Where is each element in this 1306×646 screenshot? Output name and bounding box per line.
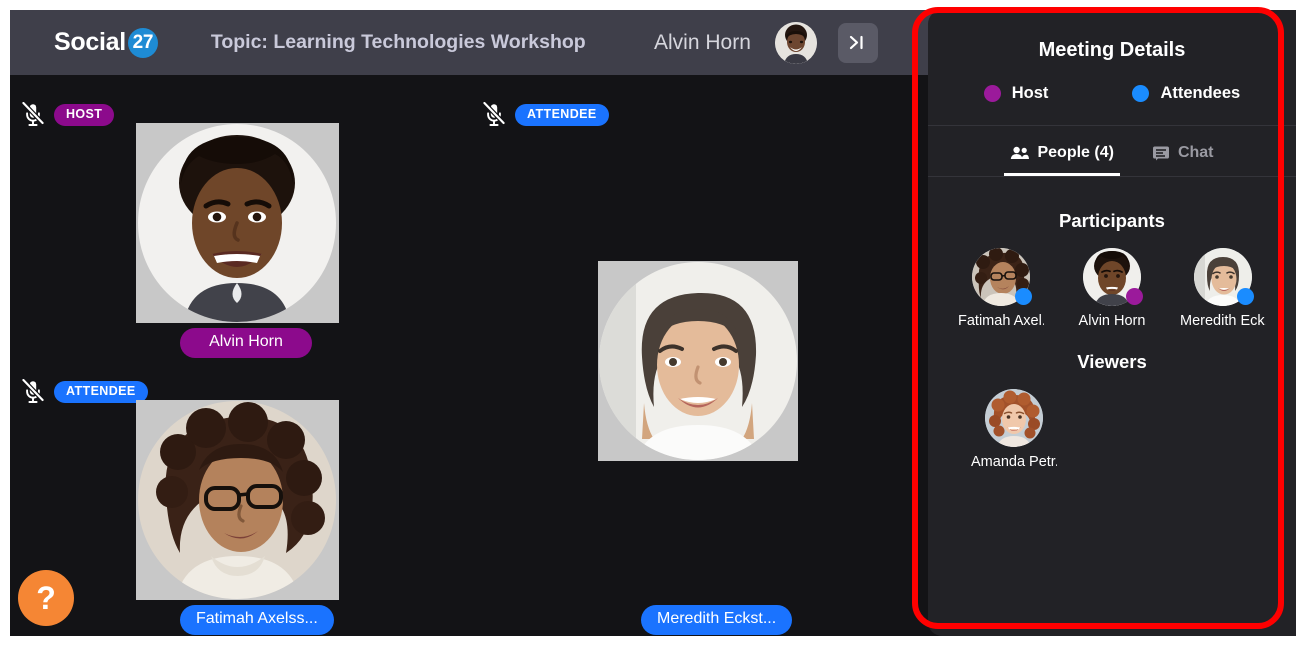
participant-name: Fatimah Axel... xyxy=(958,313,1044,329)
social27-logo[interactable]: Social 27 xyxy=(54,27,158,58)
tile-chrome-host: HOST xyxy=(22,102,115,128)
participants-section: Participants Fatimah Axel Alvin Horn Mer… xyxy=(928,210,1296,329)
header-user-name: Alvin Horn xyxy=(654,30,751,54)
viewers-list: Amanda Petr... xyxy=(928,389,1296,470)
help-question-icon: ? xyxy=(36,579,56,616)
attendee-dot-icon xyxy=(1132,85,1150,102)
role-badge-attendee: ATTENDEE xyxy=(515,104,609,126)
participant-item[interactable]: Meredith Eck... xyxy=(1180,248,1266,329)
avatar-wrap xyxy=(1194,248,1254,306)
video-feed-meredith[interactable] xyxy=(598,261,798,461)
avatar-wrap xyxy=(972,248,1032,306)
video-feed-fatimah[interactable] xyxy=(136,400,339,600)
meeting-details-panel: Meeting Details Host Attendees People (4… xyxy=(928,10,1296,636)
video-feed-host[interactable] xyxy=(136,123,339,323)
people-icon xyxy=(1011,146,1030,159)
mic-off-icon xyxy=(22,379,44,403)
legend-item-host: Host xyxy=(983,84,1049,103)
name-pill-host: Alvin Horn xyxy=(180,328,312,358)
viewers-section: Viewers Amanda Petr xyxy=(928,351,1296,470)
avatar xyxy=(985,389,1043,447)
panel-tabs: People (4) Chat xyxy=(928,134,1296,177)
user-avatar-icon xyxy=(774,21,817,64)
name-pill-fatimah: Fatimah Axelss... xyxy=(180,605,334,635)
mic-off-icon xyxy=(22,102,44,126)
tile-chrome-meredith: ATTENDEE xyxy=(483,102,609,128)
viewer-item[interactable]: Amanda Petr... xyxy=(971,389,1057,470)
logo-text: Social xyxy=(54,28,126,56)
avatar-wrap xyxy=(1083,248,1143,306)
role-badge-host: HOST xyxy=(54,104,115,126)
participant-item[interactable]: Fatimah Axel... xyxy=(958,248,1044,329)
viewer-name: Amanda Petr... xyxy=(971,454,1057,470)
video-grid: HOST Alvin Horn ATTENDEE Fatimah Axelss.… xyxy=(10,75,928,636)
help-button[interactable]: ? xyxy=(18,570,74,626)
tab-chat[interactable]: Chat xyxy=(1146,134,1220,176)
header-user-block: Alvin Horn xyxy=(654,21,878,64)
tab-people[interactable]: People (4) xyxy=(1004,134,1120,176)
legend-label-host: Host xyxy=(1011,84,1049,102)
meeting-topic: Topic: Learning Technologies Workshop xyxy=(210,31,586,53)
chat-bubble-icon xyxy=(1152,146,1169,161)
participants-title: Participants xyxy=(1059,210,1165,231)
tile-chrome-fatimah: ATTENDEE xyxy=(22,379,148,405)
legend-label-attendees: Attendees xyxy=(1160,84,1241,102)
participant-name: Meredith Eck... xyxy=(1180,313,1266,329)
participant-name: Alvin Horn xyxy=(1078,313,1146,329)
avatar-amanda-icon xyxy=(985,389,1043,447)
meeting-stage: Social 27 Topic: Learning Technologies W… xyxy=(10,10,1296,636)
avatar-wrap xyxy=(985,389,1043,447)
name-pill-meredith: Meredith Eckst... xyxy=(641,605,793,635)
viewers-title: Viewers xyxy=(1077,351,1147,372)
participant-item[interactable]: Alvin Horn xyxy=(1069,248,1155,329)
status-dot-host xyxy=(1126,288,1143,305)
collapse-panel-button[interactable] xyxy=(837,22,878,63)
logo-badge-27: 27 xyxy=(127,27,158,58)
host-dot-icon xyxy=(983,85,1001,102)
header-avatar[interactable] xyxy=(774,21,817,64)
meeting-app: Social 27 Topic: Learning Technologies W… xyxy=(0,0,1306,646)
role-badge-attendee: ATTENDEE xyxy=(54,381,148,403)
role-legend: Host Attendees xyxy=(928,84,1296,126)
participant-photo-alvin xyxy=(136,123,339,323)
collapse-panel-icon xyxy=(850,35,863,50)
participant-photo-fatimah xyxy=(136,400,339,600)
legend-item-attendees: Attendees xyxy=(1132,84,1240,103)
status-dot-attendee xyxy=(1237,288,1254,305)
panel-title: Meeting Details xyxy=(1038,39,1186,61)
participant-photo-meredith xyxy=(598,261,798,461)
tab-people-label: People (4) xyxy=(1037,144,1114,161)
mic-off-icon xyxy=(483,102,505,126)
participants-list: Fatimah Axel... xyxy=(928,248,1296,329)
status-dot-attendee xyxy=(1015,288,1032,305)
tab-chat-label: Chat xyxy=(1177,144,1214,161)
